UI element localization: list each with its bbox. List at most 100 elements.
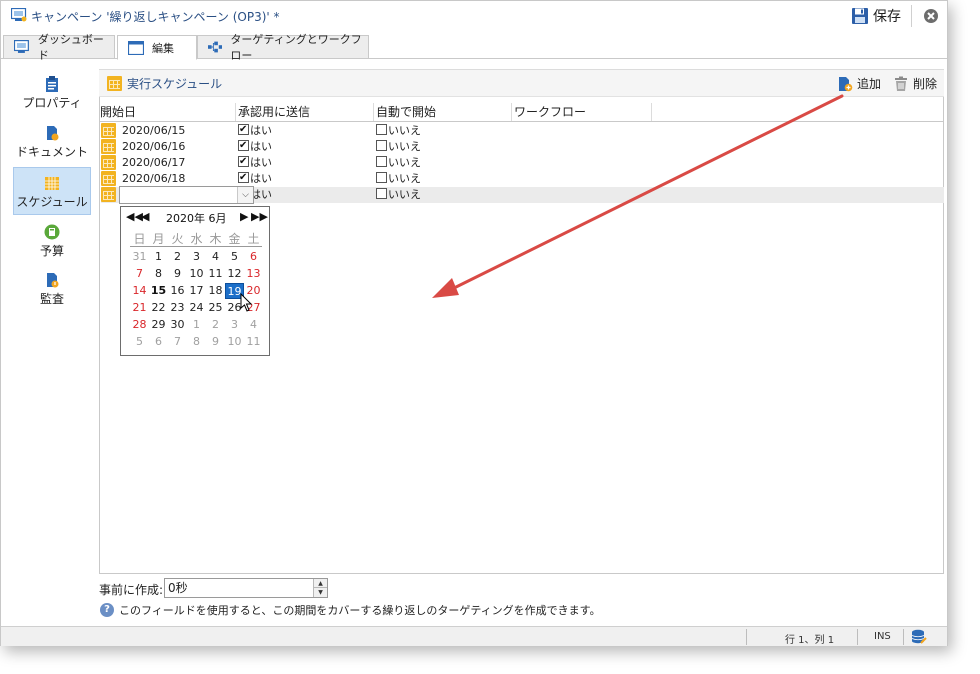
next-year-icon[interactable]: ▶▶ <box>251 210 268 223</box>
calendar-day[interactable]: 11 <box>206 266 225 282</box>
calendar-day[interactable]: 22 <box>149 300 168 316</box>
approval-checkbox[interactable] <box>238 154 249 170</box>
audit-icon <box>47 273 59 288</box>
calendar-day[interactable]: 24 <box>187 300 206 316</box>
trash-icon <box>895 76 907 91</box>
calendar-day[interactable]: 16 <box>168 283 187 299</box>
title-bar: キャンペーン '繰り返しキャンペーン (OP3)' * 保存 <box>1 1 947 31</box>
save-button[interactable]: 保存 <box>851 6 901 26</box>
calendar-day[interactable]: 15 <box>149 283 168 299</box>
calendar-day[interactable]: 7 <box>130 266 149 282</box>
approval-value: はい <box>250 172 272 185</box>
precreate-spinner[interactable]: 0秒 ▲ ▼ <box>164 578 328 598</box>
calendar-day[interactable]: 13 <box>244 266 263 282</box>
sidebar-item-documents[interactable]: ドキュメント <box>13 120 91 164</box>
approval-value: はい <box>250 124 272 137</box>
calendar-day[interactable]: 6 <box>244 249 263 265</box>
calendar-day[interactable]: 7 <box>168 334 187 350</box>
column-header-auto-start[interactable]: 自動で開始 <box>376 103 512 121</box>
calendar-day[interactable]: 2 <box>206 317 225 333</box>
column-header-send-approval[interactable]: 承認用に送信 <box>238 103 374 121</box>
section-header: 実行スケジュール 追加 削除 <box>99 69 944 97</box>
tab-dashboard-label: ダッシュボード <box>37 33 104 62</box>
auto-start-checkbox[interactable] <box>376 188 387 199</box>
calendar-day[interactable]: 25 <box>206 300 225 316</box>
auto-start-checkbox[interactable] <box>376 124 387 135</box>
calendar-day[interactable]: 5 <box>130 334 149 350</box>
workflow-icon <box>208 41 223 53</box>
add-document-icon <box>839 76 853 91</box>
chevron-down-icon[interactable]: ⌵ <box>237 187 253 203</box>
table-row[interactable]: 2020/06/15 はい いいえ <box>101 122 944 139</box>
column-header-start-date[interactable]: 開始日 <box>100 103 236 121</box>
calendar-day[interactable]: 5 <box>225 249 244 265</box>
calendar-day[interactable]: 10 <box>225 334 244 350</box>
auto-start-checkbox[interactable] <box>376 172 387 183</box>
calendar-day[interactable]: 8 <box>149 266 168 282</box>
calendar-day[interactable]: 29 <box>149 317 168 333</box>
spin-up-icon[interactable]: ▲ <box>314 579 327 588</box>
calendar-day[interactable]: 3 <box>187 249 206 265</box>
sidebar-item-properties[interactable]: プロパティ <box>13 71 91 115</box>
calendar-day[interactable]: 10 <box>187 266 206 282</box>
table-row[interactable]: 2020/06/18 はい いいえ <box>101 170 944 187</box>
status-bar: 行 1、列 1 INS <box>1 626 947 646</box>
help-icon: ? <box>100 603 114 617</box>
calendar-day[interactable]: 8 <box>187 334 206 350</box>
close-icon[interactable] <box>923 8 939 24</box>
tab-edit[interactable]: 編集 <box>117 35 197 60</box>
calendar-day[interactable]: 9 <box>168 266 187 282</box>
column-header-workflow[interactable]: ワークフロー <box>514 103 652 121</box>
save-label: 保存 <box>873 9 901 25</box>
calendar-day[interactable]: 30 <box>168 317 187 333</box>
calendar-day[interactable]: 2 <box>168 249 187 265</box>
campaign-window: キャンペーン '繰り返しキャンペーン (OP3)' * 保存 ダッシュボード 編… <box>0 0 948 646</box>
approval-checkbox[interactable] <box>238 170 249 186</box>
floppy-disk-icon <box>852 8 868 24</box>
calendar-day[interactable]: 14 <box>130 283 149 299</box>
next-month-icon[interactable]: ▶ <box>240 210 248 223</box>
calendar-day[interactable]: 18 <box>206 283 225 299</box>
title-separator <box>911 5 912 27</box>
calendar-day[interactable]: 4 <box>244 317 263 333</box>
calendar-day[interactable]: 9 <box>206 334 225 350</box>
auto-start-value: いいえ <box>388 124 421 137</box>
calendar-day[interactable]: 11 <box>244 334 263 350</box>
weekday-label: 金 <box>228 232 241 246</box>
calendar-icon <box>45 177 59 190</box>
status-separator <box>857 629 858 645</box>
auto-start-checkbox[interactable] <box>376 140 387 151</box>
sidebar-item-audit[interactable]: 監査 <box>13 267 91 311</box>
calendar-day[interactable]: 31 <box>130 249 149 265</box>
database-icon[interactable] <box>911 629 927 645</box>
approval-value: はい <box>250 140 272 153</box>
add-button[interactable]: 追加 <box>837 75 881 92</box>
calendar-day[interactable]: 17 <box>187 283 206 299</box>
start-date-input[interactable]: ⌵ <box>119 186 254 204</box>
calendar-day[interactable]: 6 <box>149 334 168 350</box>
calendar-day[interactable]: 21 <box>130 300 149 316</box>
calendar-day[interactable]: 1 <box>149 249 168 265</box>
table-row[interactable]: 2020/06/17 はい いいえ <box>101 154 944 171</box>
tab-dashboard[interactable]: ダッシュボード <box>3 33 115 62</box>
auto-start-checkbox[interactable] <box>376 156 387 167</box>
table-row[interactable]: 2020/06/16 はい いいえ <box>101 138 944 155</box>
calendar-day[interactable]: 28 <box>130 317 149 333</box>
calendar-icon <box>101 171 116 186</box>
prev-month-icon[interactable]: ◀ <box>141 210 149 223</box>
calendar-day[interactable]: 3 <box>225 317 244 333</box>
approval-checkbox[interactable] <box>238 138 249 154</box>
mouse-cursor-icon <box>240 293 253 312</box>
calendar-day[interactable]: 1 <box>187 317 206 333</box>
spin-down-icon[interactable]: ▼ <box>314 588 327 597</box>
calendar-day[interactable]: 12 <box>225 266 244 282</box>
approval-checkbox[interactable] <box>238 122 249 138</box>
calendar-day[interactable]: 4 <box>206 249 225 265</box>
dashboard-icon <box>14 40 29 53</box>
calendar-day[interactable]: 23 <box>168 300 187 316</box>
sidebar-item-schedule[interactable]: スケジュール <box>13 167 91 215</box>
sidebar-item-budget[interactable]: 予算 <box>13 219 91 263</box>
spinner-buttons[interactable]: ▲ ▼ <box>313 579 327 597</box>
tab-targeting-workflow[interactable]: ターゲティングとワークフロー <box>197 33 369 62</box>
delete-button[interactable]: 削除 <box>893 75 937 92</box>
